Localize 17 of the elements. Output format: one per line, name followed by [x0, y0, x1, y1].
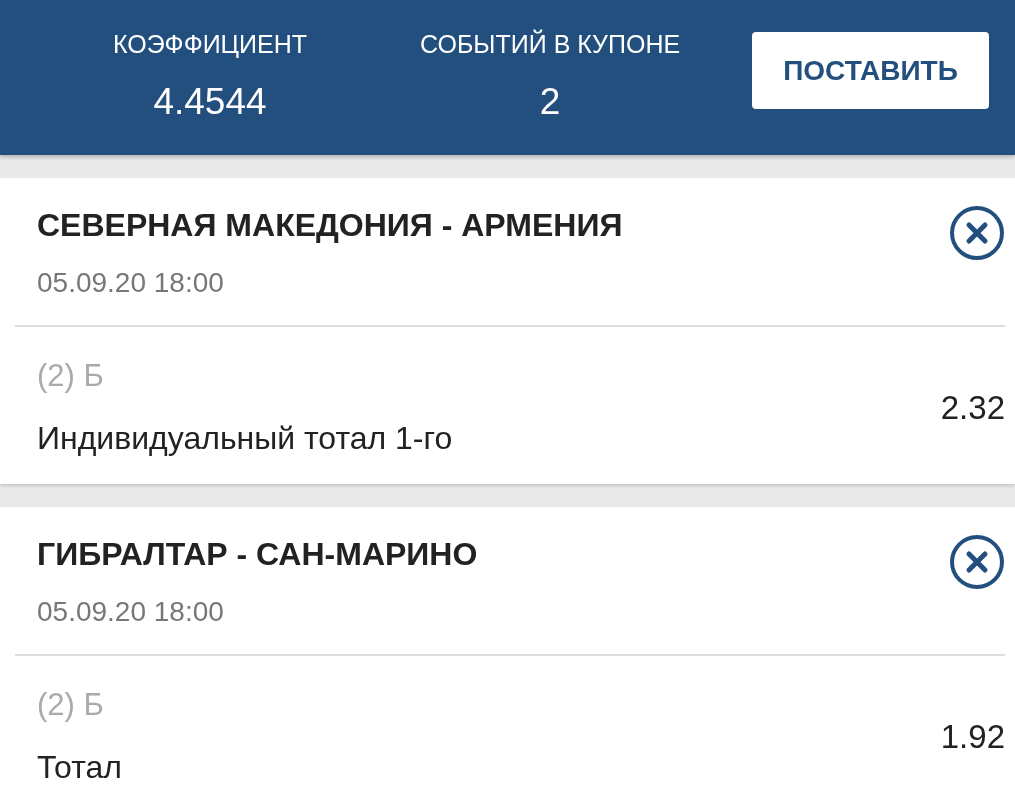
stat-label: СОБЫТИЙ В КУПОНЕ [420, 28, 681, 60]
market-name: Индивидуальный тотал 1-го [37, 419, 454, 458]
close-icon[interactable] [949, 534, 1005, 590]
match-datetime: 05.09.20 18:00 [37, 266, 225, 300]
close-icon[interactable] [949, 205, 1005, 261]
odds-value: 2.32 [940, 388, 1005, 427]
match-datetime: 05.09.20 18:00 [37, 595, 225, 629]
odds-value: 1.92 [940, 717, 1005, 756]
outcome-label: (2) Б [37, 686, 105, 724]
match-title: ГИБРАЛТАР - САН-МАРИНО [37, 535, 479, 574]
stat-value: 2 [539, 80, 561, 124]
outcome-label: (2) Б [37, 357, 105, 395]
match-title: СЕВЕРНАЯ МАКЕДОНИЯ - АРМЕНИЯ [37, 206, 624, 245]
place-bet-button[interactable]: ПОСТАВИТЬ [752, 32, 989, 109]
market-name: Тотал [37, 748, 123, 787]
stat-label: КОЭФФИЦИЕНТ [112, 29, 308, 60]
stat-value: 4.4544 [153, 80, 267, 124]
